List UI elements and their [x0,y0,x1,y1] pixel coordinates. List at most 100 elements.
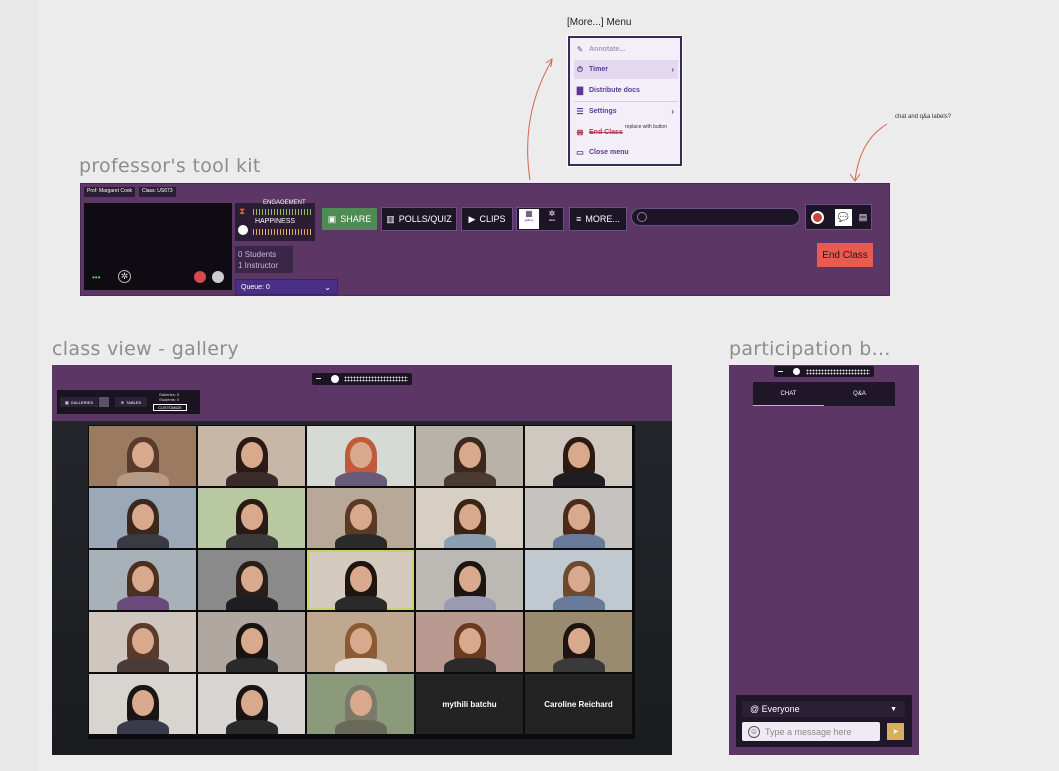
record-indicator[interactable] [811,211,824,224]
participant-body [334,658,387,672]
participant-video-tile[interactable] [198,550,305,610]
participant-body [334,472,387,486]
participant-video-tile[interactable] [525,426,632,486]
poll-icon: ▥ [386,213,395,224]
gallery-view-toggle[interactable]: ▦ gallery [519,209,539,229]
customize-button[interactable]: CUSTOMIZE [153,404,187,411]
participant-video-tile[interactable] [198,426,305,486]
slider-handle[interactable] [331,375,339,383]
participant-face [458,565,481,592]
participant-body [443,534,496,548]
timeline-scrubber[interactable] [631,208,800,226]
participant-face [458,503,481,530]
tab-chat[interactable]: CHAT [753,382,824,406]
scrubber-handle[interactable] [637,212,647,222]
participant-body [552,658,605,672]
menu-item-annotate[interactable]: ✎ Annotate... [574,40,678,59]
participant-face [349,441,372,468]
participant-body [225,534,278,548]
menu-note: replace with button [625,124,667,130]
engagement-meter: ⧗ ENGAGEMENT HAPPINESS [235,200,315,241]
send-button[interactable]: ➤ [887,723,904,740]
participant-video-tile[interactable] [198,488,305,548]
minimize-icon [778,371,783,372]
participant-face [240,441,263,468]
participant-face [131,627,154,654]
participant-face [458,627,481,654]
participant-name-tile[interactable]: mythili batchu [416,674,523,734]
participant-body [443,658,496,672]
video-grid: mythili batchu Caroline Reichard [88,425,635,739]
chevron-right-icon: › [671,107,674,116]
participation-section-title: participation b... [729,338,891,360]
table-view-toggle[interactable]: ✲ table [542,209,562,229]
participant-video-tile[interactable] [307,488,414,548]
slider-ticks [344,376,408,382]
slider-handle[interactable] [793,368,800,375]
settings-gear-icon[interactable]: ✲ [118,270,131,283]
more-button[interactable]: ≡ MORE... [569,207,627,231]
participant-face [567,503,590,530]
participant-video-tile[interactable] [89,612,196,672]
chat-icon[interactable]: 💬 [835,209,852,226]
attendance-count: 0 Students 1 Instructor [235,246,293,273]
participant-video-tile[interactable] [525,550,632,610]
participant-video-tile[interactable] [307,426,414,486]
participant-video-tile[interactable] [525,488,632,548]
microphone-icon[interactable] [212,271,224,283]
polls-quiz-button[interactable]: ▥ POLLS/QUIZ [381,207,457,231]
caret-down-icon: ▼ [890,705,897,713]
participant-face [240,627,263,654]
participant-video-tile[interactable] [525,612,632,672]
qa-icon[interactable]: ▤ [855,209,871,226]
participant-body [116,472,169,486]
participant-video-tile[interactable] [89,674,196,734]
participant-name-tile[interactable]: Caroline Reichard [525,674,632,734]
participant-body [334,596,387,610]
chevron-down-icon: ⌄ [324,282,331,292]
participant-video-tile[interactable] [89,550,196,610]
participant-video-tile[interactable] [89,488,196,548]
class-info: Prof: Margaret Cook Class: US673 [84,187,176,197]
record-button[interactable] [194,271,206,283]
monitor-icon: ▭ [576,148,584,157]
participant-video-tile[interactable] [198,612,305,672]
participant-video-tile[interactable] [89,426,196,486]
participant-video-tile[interactable] [307,550,414,610]
menu-item-close-menu[interactable]: ▭ Close menu [574,143,678,162]
participation-tabs: CHAT Q&A [753,382,895,406]
participant-face [131,565,154,592]
participant-video-tile[interactable] [416,550,523,610]
participation-resize-slider[interactable] [774,366,874,377]
recipient-select[interactable]: @ Everyone ▼ [742,701,905,717]
happiness-face-icon [238,225,248,235]
galleries-button[interactable]: ▦ GALLERIES [60,397,98,407]
participant-video-tile[interactable] [416,426,523,486]
participant-face [349,503,372,530]
professor-label: Prof: Margaret Cook [84,187,136,197]
clips-button[interactable]: ▶ CLIPS [461,207,513,231]
tables-button[interactable]: ✲ TABLES [115,397,147,407]
menu-item-settings[interactable]: ☰ Settings › [574,102,678,121]
menu-item-distribute-docs[interactable]: ▇ Distribute docs [574,81,678,100]
message-input[interactable]: ☺ Type a message here [742,722,880,741]
participant-face [131,689,154,716]
tab-qa[interactable]: Q&A [824,382,895,406]
menu-item-timer[interactable]: ⏱ Timer › [574,60,678,79]
participant-face [567,441,590,468]
chevron-right-icon: › [671,65,674,74]
emoji-icon[interactable]: ☺ [748,725,760,738]
participant-video-tile[interactable] [416,488,523,548]
end-class-button[interactable]: End Class [817,243,873,267]
participant-video-tile[interactable] [416,612,523,672]
participant-face [458,441,481,468]
gallery-resize-slider[interactable] [312,373,412,385]
participant-body [443,596,496,610]
participant-video-tile[interactable] [307,674,414,734]
queue-dropdown[interactable]: Queue: 0 ⌄ [235,279,338,295]
share-button[interactable]: ▣ SHARE [322,208,377,230]
participant-video-tile[interactable] [307,612,414,672]
chat-controls: 💬 ▤ [805,204,872,230]
galleries-dropdown[interactable] [99,397,109,407]
participant-video-tile[interactable] [198,674,305,734]
